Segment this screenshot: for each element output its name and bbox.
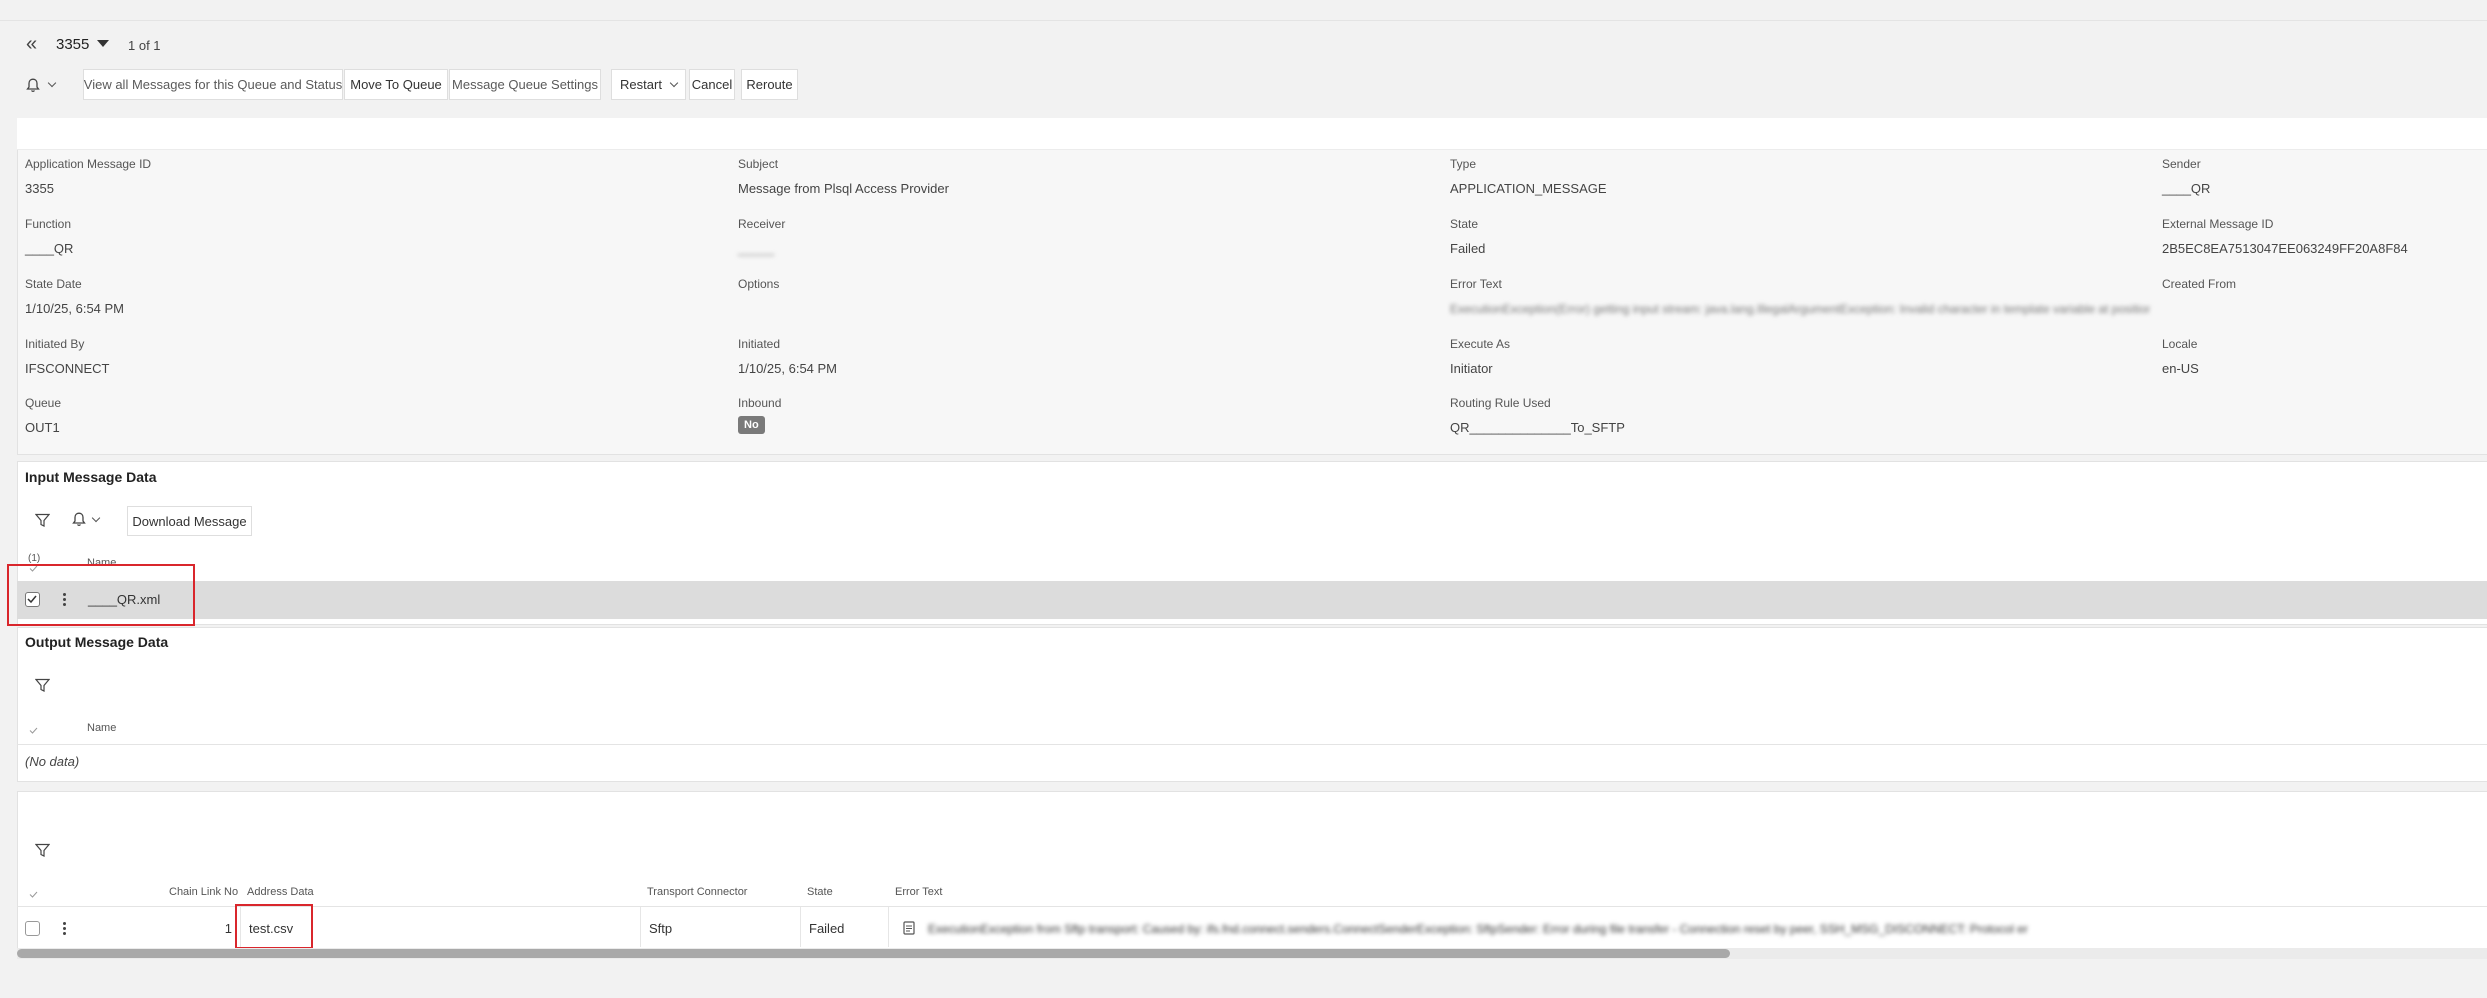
column-separator [640, 907, 641, 947]
type-label: Type [1450, 157, 1477, 171]
message-details-panel [17, 118, 2487, 455]
table-row[interactable] [17, 581, 2487, 619]
receiver-value: _____ [738, 241, 775, 256]
horizontal-scrollbar-thumb[interactable] [17, 949, 1730, 958]
details-header-strip [17, 118, 2487, 150]
row-checkbox[interactable] [25, 921, 40, 936]
record-dropdown-caret-icon[interactable] [97, 40, 109, 47]
transport-connector-header[interactable]: Transport Connector [647, 886, 747, 899]
record-count: 1 of 1 [128, 38, 161, 53]
locale-label: Locale [2162, 337, 2198, 351]
created-from-label: Created From [2162, 277, 2237, 291]
external-message-id-value: 2B5EC8EA7513047EE063249FF20A8F84 [2162, 241, 2408, 256]
state-label: State [1450, 217, 1479, 231]
inbound-badge: No [738, 416, 765, 434]
document-icon[interactable] [903, 921, 915, 935]
column-separator [800, 907, 801, 947]
initiated-by-label: Initiated By [25, 337, 85, 351]
move-to-queue-button[interactable]: Move To Queue [344, 69, 448, 100]
subject-label: Subject [738, 157, 779, 171]
double-chevron-left-icon[interactable]: « [26, 34, 37, 54]
function-label: Function [25, 217, 72, 231]
input-notification-menu-button[interactable] [72, 512, 101, 527]
transport-connector-value: Sftp [649, 921, 673, 936]
error-text-value: ExecutionException from Sftp transport: … [928, 922, 2028, 936]
options-label: Options [738, 277, 780, 291]
notification-menu-button[interactable] [26, 72, 66, 98]
output-message-data-section [17, 627, 2487, 782]
routing-rule-value: QR______________To_SFTP [1450, 420, 1625, 435]
state-value: Failed [809, 921, 845, 936]
initiated-label: Initiated [738, 337, 781, 351]
chain-link-value: 1 [224, 921, 232, 936]
chevron-down-icon [669, 78, 679, 87]
queue-value: OUT1 [25, 420, 60, 435]
app-message-id-label: Application Message ID [25, 157, 152, 171]
row-kebab-menu-icon[interactable] [63, 922, 67, 935]
header-divider [17, 744, 2487, 745]
record-id: 3355 [56, 36, 90, 53]
select-all-check-icon[interactable] [29, 727, 38, 734]
no-data-text: (No data) [25, 754, 80, 769]
sender-label: Sender [2162, 157, 2201, 171]
external-message-id-label: External Message ID [2162, 217, 2274, 231]
bell-icon [72, 512, 86, 527]
type-value: APPLICATION_MESSAGE [1450, 181, 1607, 196]
restart-button[interactable]: Restart [611, 69, 686, 100]
sender-value: ____QR [2162, 181, 2211, 196]
state-header[interactable]: State [807, 886, 833, 899]
chevron-down-icon [91, 513, 101, 522]
initiated-by-value: IFSCONNECT [25, 361, 110, 376]
error-text-header[interactable]: Error Text [895, 886, 942, 899]
chevron-down-icon [47, 78, 57, 88]
message-queue-settings-button[interactable]: Message Queue Settings [449, 69, 601, 100]
input-section-title: Input Message Data [25, 469, 157, 485]
bell-icon [26, 78, 40, 92]
select-all-check-icon[interactable] [29, 891, 38, 898]
inbound-label: Inbound [738, 396, 782, 410]
filter-icon[interactable] [35, 513, 50, 528]
state-value: Failed [1450, 241, 1486, 256]
state-date-value: 1/10/25, 6:54 PM [25, 301, 125, 316]
locale-value: en-US [2162, 361, 2199, 376]
initiated-value: 1/10/25, 6:54 PM [738, 361, 838, 376]
queue-label: Queue [25, 396, 62, 410]
routing-rule-label: Routing Rule Used [1450, 396, 1551, 410]
highlight-box-input-row [7, 564, 195, 626]
header-divider [17, 906, 2487, 907]
subject-value: Message from Plsql Access Provider [738, 181, 949, 196]
error-text-label: Error Text [1450, 277, 1502, 291]
cancel-button[interactable]: Cancel [689, 69, 735, 100]
output-section-title: Output Message Data [25, 634, 169, 650]
app-message-id-value: 3355 [25, 181, 54, 196]
execute-as-value: Initiator [1450, 361, 1493, 376]
reroute-button[interactable]: Reroute [741, 69, 798, 100]
view-all-messages-button[interactable]: View all Messages for this Queue and Sta… [83, 69, 343, 100]
execute-as-label: Execute As [1450, 337, 1511, 351]
top-strip [0, 0, 2487, 21]
receiver-label: Receiver [738, 217, 786, 231]
filter-icon[interactable] [35, 678, 50, 693]
function-value: ____QR [25, 241, 74, 256]
restart-label: Restart [620, 77, 662, 92]
download-message-button[interactable]: Download Message [127, 506, 252, 536]
output-name-header[interactable]: Name [87, 722, 116, 735]
address-data-header[interactable]: Address Data [247, 886, 314, 899]
filter-icon[interactable] [35, 843, 50, 858]
error-text-value: ExecutionException(Error) getting input … [1450, 302, 2150, 316]
column-separator [888, 907, 889, 947]
chain-link-header[interactable]: Chain Link No [169, 886, 238, 899]
state-date-label: State Date [25, 277, 82, 291]
highlight-box-address-cell [235, 904, 313, 949]
